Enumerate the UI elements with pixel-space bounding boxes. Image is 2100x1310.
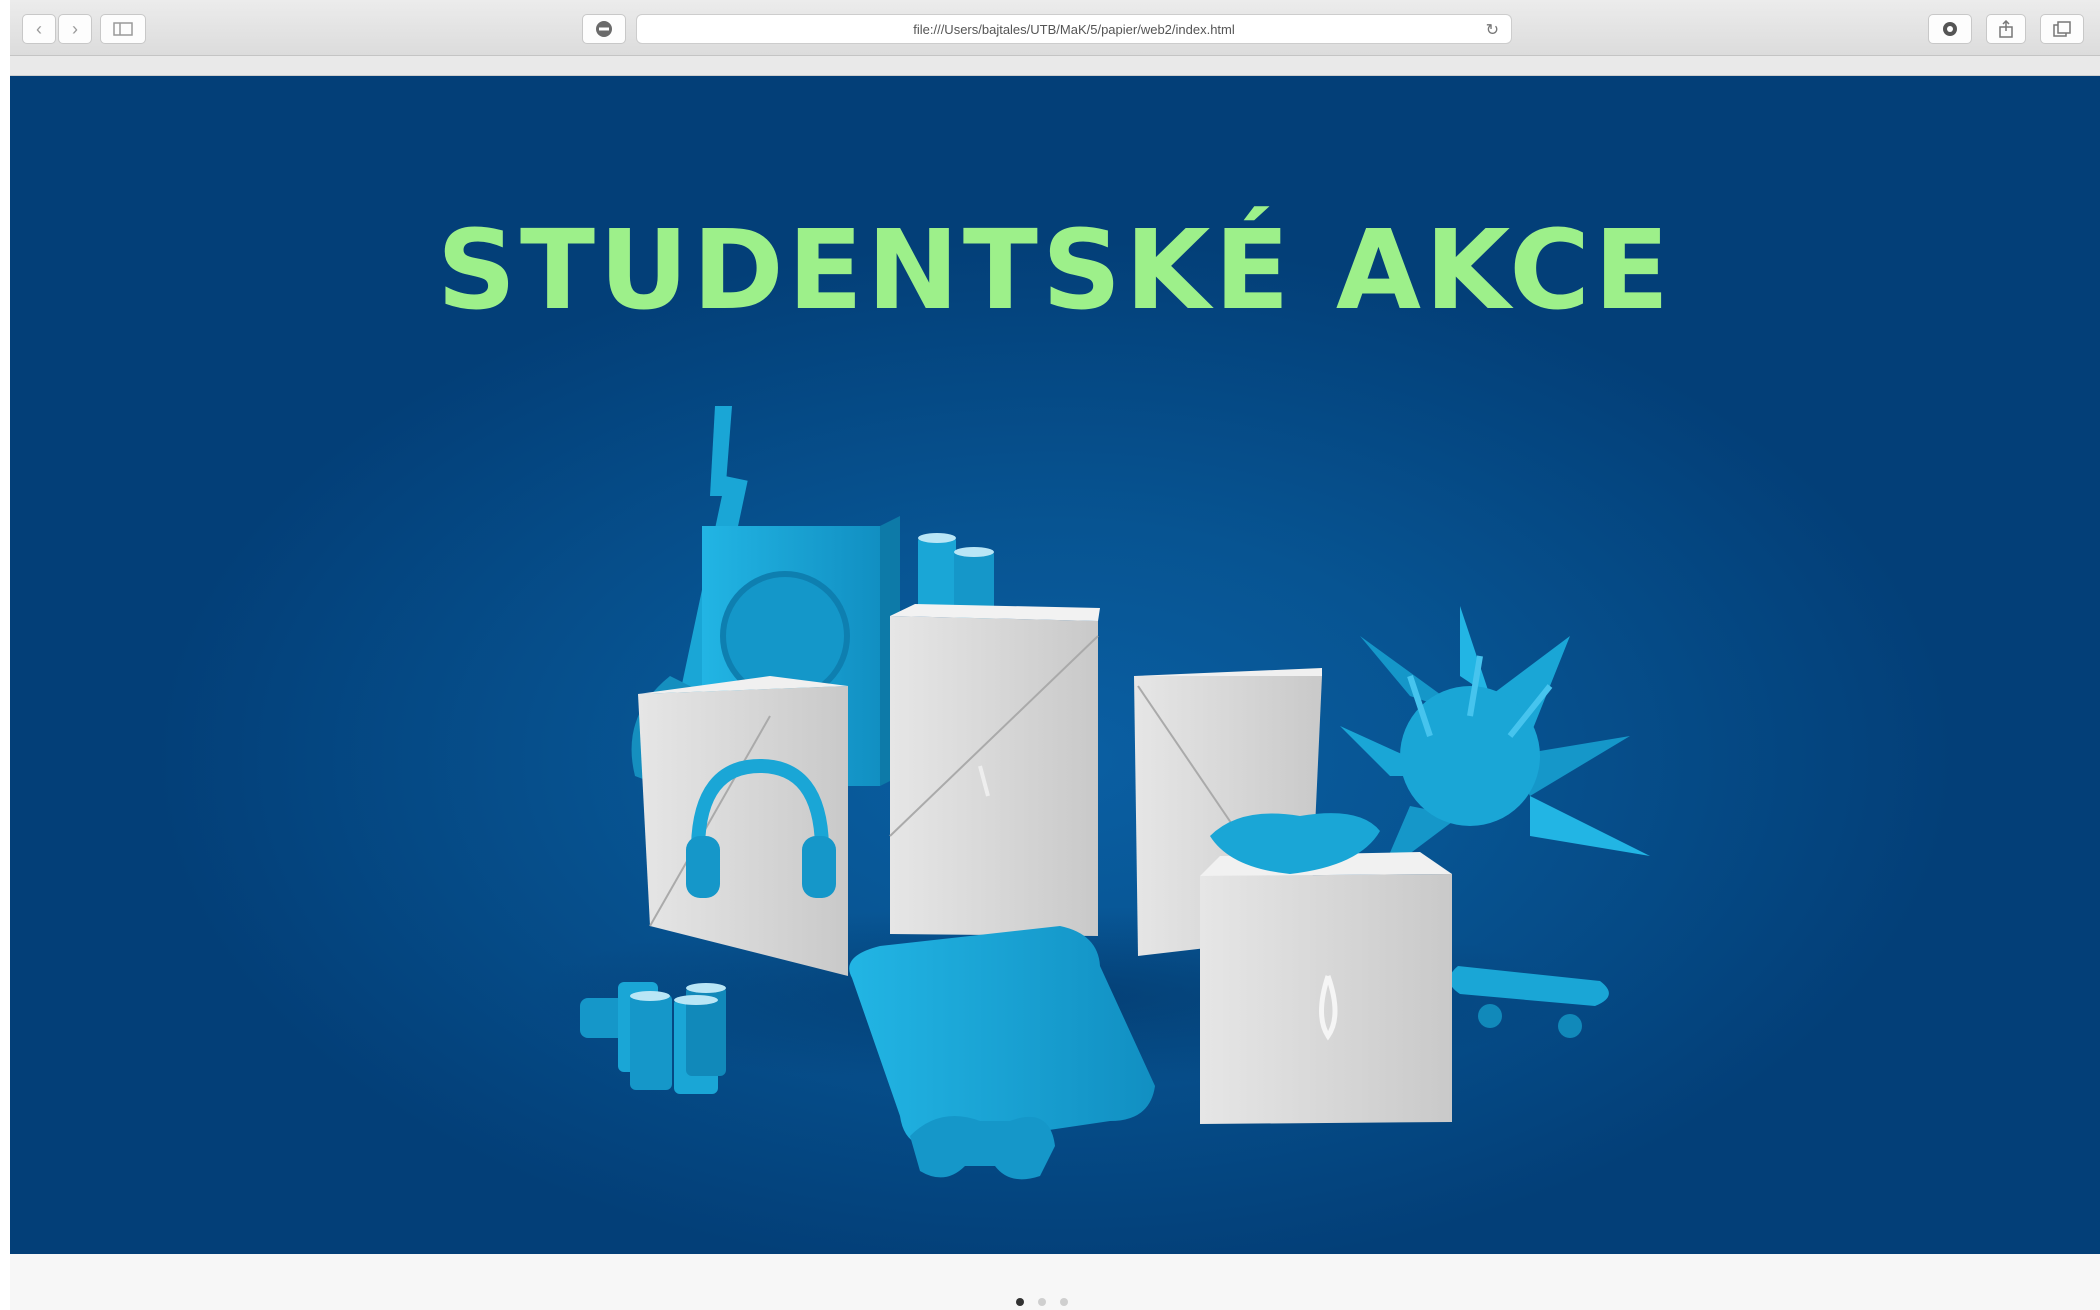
carousel-dot-2[interactable] — [1038, 1298, 1046, 1306]
favorites-bar — [10, 56, 2100, 76]
plant — [1340, 606, 1650, 876]
extension-icon — [1943, 22, 1957, 36]
adblock-button[interactable] — [582, 14, 626, 44]
sidebar-button[interactable] — [100, 14, 146, 44]
extension-button[interactable] — [1928, 14, 1972, 44]
hero-banner: STUDENTSKÉ AKCE — [10, 76, 2100, 1254]
tabs-button[interactable] — [2040, 14, 2084, 44]
chevron-left-icon: ‹ — [36, 19, 42, 39]
carousel-footer — [10, 1254, 2100, 1310]
forward-button[interactable]: › — [58, 14, 92, 44]
carousel-dot-3[interactable] — [1060, 1298, 1068, 1306]
tall-box — [889, 604, 1100, 936]
cans-bottom — [580, 982, 726, 1094]
back-button[interactable]: ‹ — [22, 14, 56, 44]
share-button[interactable] — [1986, 14, 2026, 44]
front-cube — [1200, 852, 1452, 1124]
sidebar-icon — [113, 22, 133, 36]
gamepad — [910, 1116, 1055, 1180]
address-bar[interactable]: file:///Users/bajtales/UTB/MaK/5/papier/… — [636, 14, 1512, 44]
carousel-indicator — [1016, 1298, 1068, 1306]
tabs-icon — [2053, 21, 2071, 37]
reload-icon[interactable]: ↻ — [1486, 20, 1499, 40]
browser-toolbar: ‹ › file:///Users/bajtales/UTB/MaK/5/pap… — [10, 0, 2100, 56]
share-icon — [1999, 20, 2013, 38]
carousel-dot-1[interactable] — [1016, 1298, 1024, 1306]
adblock-icon — [596, 21, 612, 37]
url-text: file:///Users/bajtales/UTB/MaK/5/papier/… — [913, 21, 1235, 37]
chevron-right-icon: › — [72, 19, 78, 39]
hero-illustration — [530, 406, 1650, 1180]
